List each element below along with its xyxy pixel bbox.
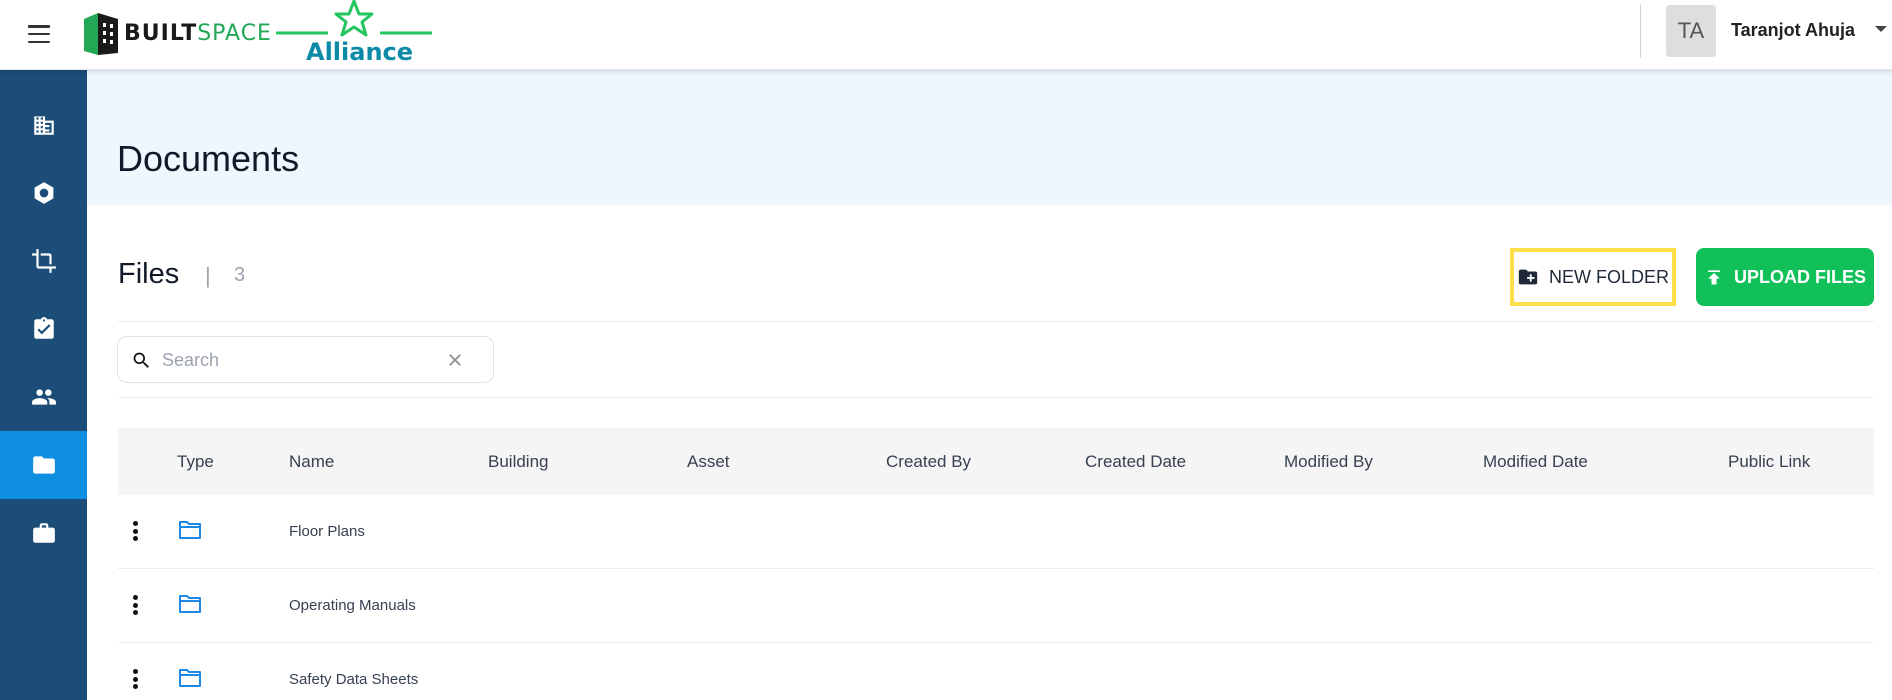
clipboard-check-icon <box>33 317 54 339</box>
search-icon <box>133 352 149 368</box>
table-header: Type Name Building Asset Created By Crea… <box>118 428 1874 495</box>
column-header-created-date[interactable]: Created Date <box>1085 452 1186 472</box>
new-folder-label: NEW FOLDER <box>1548 266 1669 287</box>
hamburger-menu-icon[interactable] <box>26 22 52 46</box>
files-title: Files <box>118 258 180 290</box>
folder-icon <box>32 456 55 474</box>
files-separator: | <box>205 263 211 288</box>
sidebar-item-buildings[interactable] <box>0 91 87 159</box>
column-header-modified-date[interactable]: Modified Date <box>1483 452 1588 472</box>
row-menu-icon[interactable] <box>132 668 140 690</box>
row-name[interactable]: Operating Manuals <box>289 597 416 614</box>
create-folder-icon <box>1518 269 1538 285</box>
building-icon <box>33 116 54 135</box>
folder-icon <box>179 521 201 539</box>
upload-icon <box>1708 270 1720 285</box>
column-header-public-link[interactable]: Public Link <box>1728 452 1810 472</box>
hexagon-icon <box>34 182 53 204</box>
alliance-text: Alliance <box>306 38 414 66</box>
crop-icon <box>31 249 56 273</box>
logo-text-space: SPACE <box>197 20 272 46</box>
table-row[interactable]: Floor Plans <box>118 495 1874 569</box>
search-input[interactable] <box>162 345 432 375</box>
column-header-name[interactable]: Name <box>289 452 334 472</box>
user-name[interactable]: Taranjot Ahuja <box>1731 20 1855 41</box>
upload-files-button[interactable]: UPLOAD FILES <box>1696 248 1874 306</box>
sidebar-item-people[interactable] <box>0 363 87 431</box>
sidebar <box>0 70 87 700</box>
sidebar-item-documents[interactable] <box>0 431 87 499</box>
sidebar-item-tasks[interactable] <box>0 295 87 363</box>
column-header-created-by[interactable]: Created By <box>886 452 971 472</box>
builtspace-logo[interactable]: BUILTSPACE <box>82 8 272 58</box>
sidebar-item-spaces[interactable] <box>0 227 87 295</box>
divider <box>118 321 1874 322</box>
row-menu-icon[interactable] <box>132 594 140 616</box>
people-icon <box>31 389 56 405</box>
header-divider <box>1640 4 1641 58</box>
row-menu-icon[interactable] <box>132 520 140 542</box>
top-bar: BUILTSPACE Alliance TA Taranjot Ahuja <box>0 0 1892 70</box>
row-name[interactable]: Floor Plans <box>289 523 365 540</box>
column-header-asset[interactable]: Asset <box>687 452 730 472</box>
sidebar-item-work[interactable] <box>0 499 87 567</box>
page-title: Documents <box>117 138 300 179</box>
star-icon <box>276 0 432 37</box>
avatar[interactable]: TA <box>1666 5 1716 57</box>
files-count: 3 <box>234 264 246 286</box>
column-header-building[interactable]: Building <box>488 452 549 472</box>
upload-files-label: UPLOAD FILES <box>1733 266 1866 287</box>
page-header: Documents <box>87 70 1892 205</box>
sidebar-item-assets[interactable] <box>0 159 87 227</box>
builtspace-building-icon <box>84 13 118 55</box>
logo-text-built: BUILT <box>124 20 198 46</box>
clear-icon[interactable] <box>445 350 465 370</box>
folder-icon <box>179 595 201 613</box>
table-row[interactable]: Operating Manuals <box>118 569 1874 643</box>
column-header-modified-by[interactable]: Modified By <box>1284 452 1373 472</box>
user-menu-caret-icon[interactable] <box>1875 26 1887 32</box>
briefcase-icon <box>32 523 55 543</box>
divider <box>118 397 1874 398</box>
new-folder-button[interactable]: NEW FOLDER <box>1510 248 1676 306</box>
search-box <box>117 336 494 383</box>
row-name[interactable]: Safety Data Sheets <box>289 671 418 688</box>
table-row[interactable]: Safety Data Sheets <box>118 643 1874 700</box>
alliance-logo: Alliance <box>276 0 432 68</box>
folder-icon <box>179 669 201 687</box>
column-header-type[interactable]: Type <box>177 452 214 472</box>
